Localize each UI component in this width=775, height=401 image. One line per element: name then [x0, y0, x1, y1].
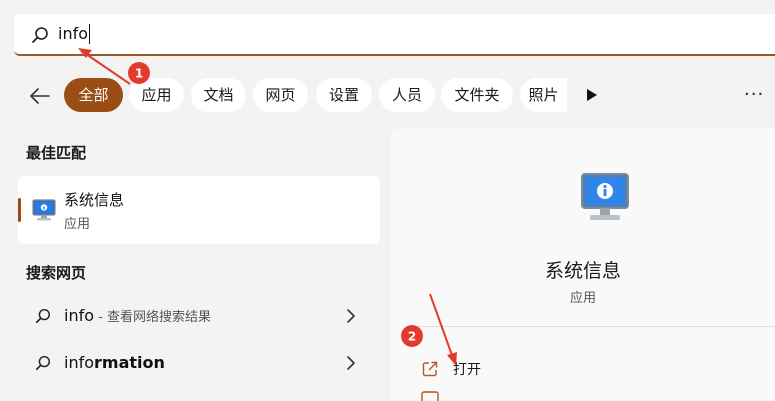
search-icon — [32, 27, 48, 43]
web-search-heading: 搜索网页 — [26, 264, 87, 282]
filter-chip-settings[interactable]: 设置 — [316, 78, 372, 112]
more-options-icon[interactable]: ··· — [744, 84, 764, 105]
filter-chip-apps[interactable]: 应用 — [129, 78, 184, 112]
divider — [409, 326, 775, 327]
web-search-prefix: info — [64, 353, 95, 372]
preview-app-type: 应用 — [569, 291, 596, 306]
web-search-text: information — [64, 353, 165, 372]
chevron-right-icon[interactable] — [344, 355, 358, 371]
open-external-icon — [422, 361, 438, 377]
preview-app-name: 系统信息 — [544, 260, 621, 282]
web-search-row[interactable]: info - 查看网络搜索结果 — [18, 296, 380, 336]
filter-chip-documents[interactable]: 文档 — [191, 78, 246, 112]
filter-chip-photos[interactable]: 照片 — [520, 78, 567, 112]
system-info-app-icon — [581, 173, 629, 220]
search-icon — [35, 308, 51, 324]
web-search-row[interactable]: information — [18, 343, 380, 383]
system-info-app-icon — [32, 199, 56, 221]
search-input[interactable]: info — [58, 24, 91, 44]
back-arrow-icon[interactable] — [28, 84, 52, 108]
selection-indicator — [18, 198, 21, 222]
scroll-right-icon[interactable] — [585, 88, 599, 102]
best-match-name: 系统信息 — [64, 191, 125, 209]
best-match-item[interactable]: 系统信息 应用 — [18, 176, 380, 244]
filter-chip-web[interactable]: 网页 — [253, 78, 308, 112]
results-pane: 最佳匹配 系统信息 应用 搜索网页 info - 查看网络搜索结果 inform… — [0, 130, 390, 400]
web-search-suffix: - 查看网络搜索结果 — [94, 310, 211, 325]
preview-pane: 系统信息 应用 打开 — [391, 128, 775, 401]
search-icon — [35, 355, 51, 371]
filter-bar: 全部 应用 文档 网页 设置 人员 文件夹 照片 ··· — [0, 76, 775, 116]
search-bar[interactable]: info — [14, 14, 775, 56]
filter-chip-folders[interactable]: 文件夹 — [441, 78, 513, 112]
best-match-type: 应用 — [64, 217, 91, 232]
best-match-heading: 最佳匹配 — [26, 144, 87, 162]
open-action-label: 打开 — [453, 362, 481, 378]
web-search-completion: rmation — [94, 353, 165, 372]
web-search-query: info — [64, 306, 95, 325]
web-search-text: info - 查看网络搜索结果 — [64, 306, 211, 325]
filter-chip-people[interactable]: 人员 — [379, 78, 435, 112]
chevron-right-icon[interactable] — [344, 308, 358, 324]
filter-chip-all[interactable]: 全部 — [64, 78, 123, 112]
